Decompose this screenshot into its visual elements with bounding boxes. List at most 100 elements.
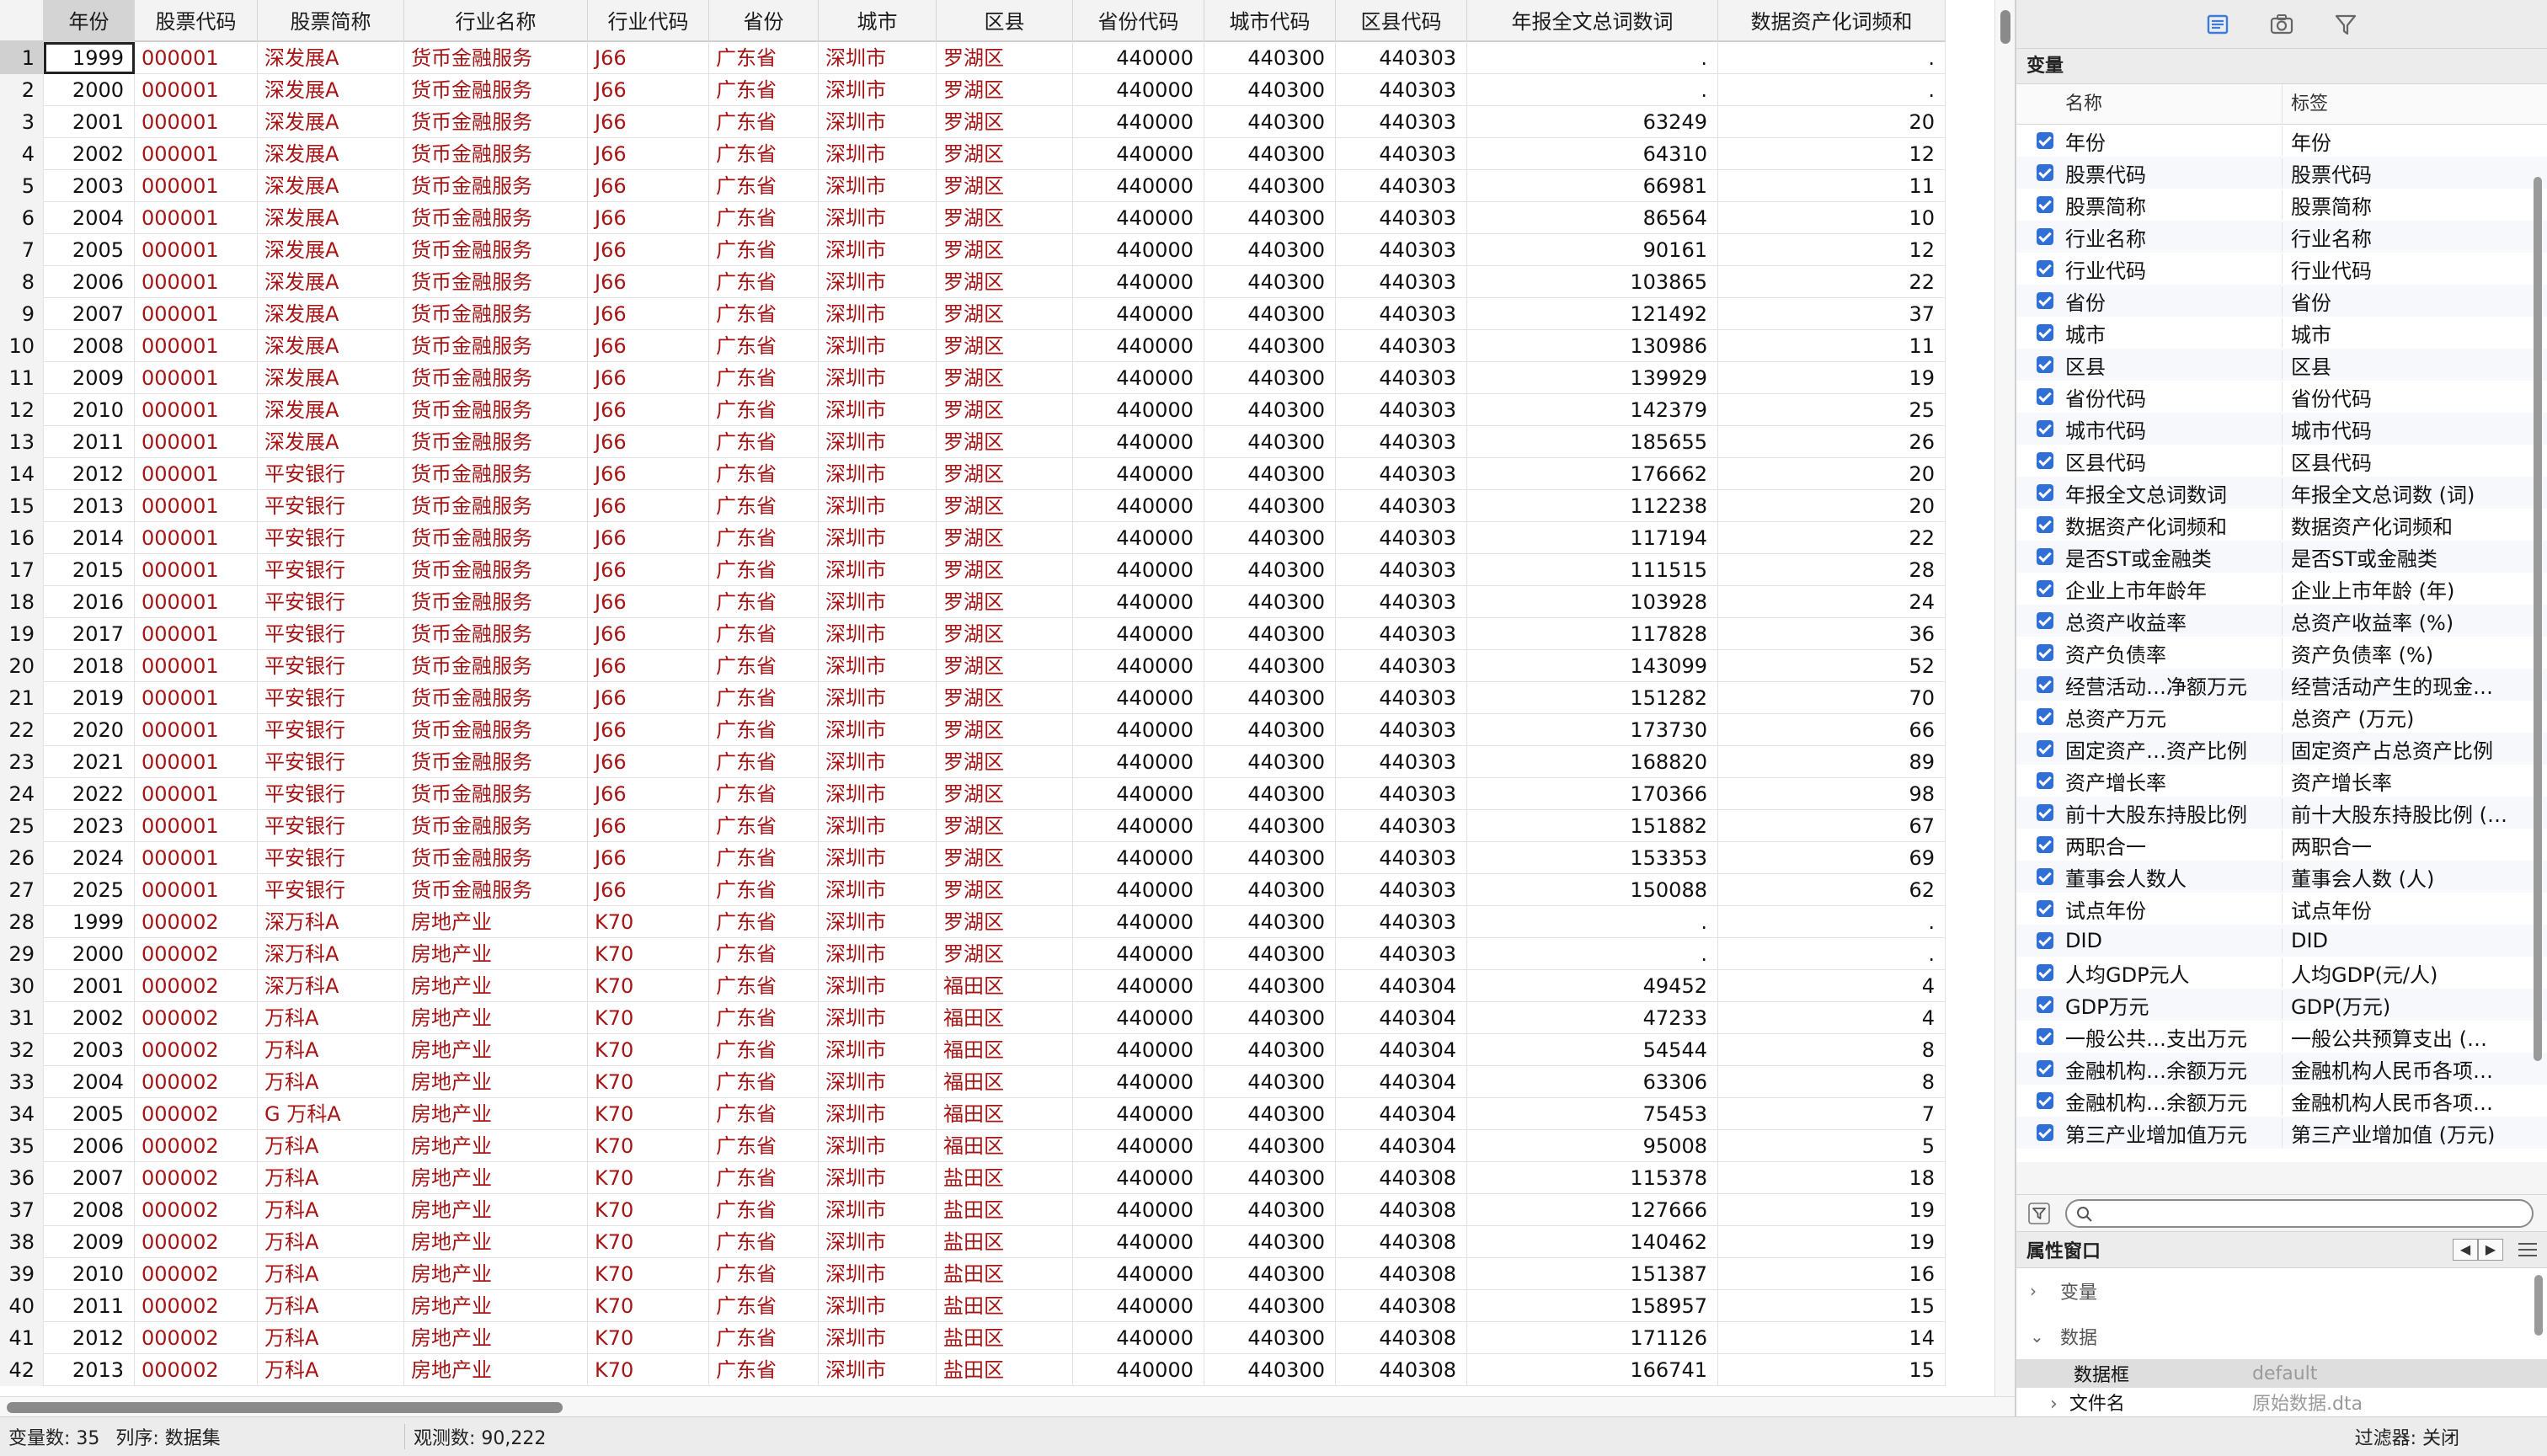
row-number[interactable]: 12	[0, 394, 44, 426]
horizontal-scroll-thumb[interactable]	[7, 1402, 563, 1413]
cell-industry[interactable]: 货币金融服务	[404, 170, 588, 202]
cell-city[interactable]: 深圳市	[819, 202, 937, 234]
cell-pcode[interactable]: 440000	[1073, 74, 1204, 106]
cell-city[interactable]: 深圳市	[819, 362, 937, 394]
cell-short[interactable]: 平安银行	[258, 586, 404, 618]
cell-freq[interactable]: 4	[1718, 1002, 1946, 1034]
cell-year[interactable]: 2012	[44, 458, 135, 490]
variables-list[interactable]: 年份 年份 股票代码 股票代码 股票简称 股票简称 行业名称 行业名称 行业代码 行业代码 省份 省份…	[2016, 125, 2547, 1149]
row-number[interactable]: 17	[0, 554, 44, 586]
cell-icode[interactable]: K70	[588, 1066, 709, 1098]
cell-dcode[interactable]: 440303	[1336, 234, 1467, 266]
cell-freq[interactable]: 8	[1718, 1066, 1946, 1098]
cell-icode[interactable]: J66	[588, 234, 709, 266]
variable-visible-checkbox[interactable]	[2037, 580, 2053, 597]
variable-row[interactable]: GDP万元 GDP(万元)	[2016, 989, 2547, 1021]
cell-prov[interactable]: 广东省	[709, 234, 819, 266]
cell-city[interactable]: 深圳市	[819, 1258, 937, 1290]
cell-industry[interactable]: 货币金融服务	[404, 618, 588, 650]
row-number[interactable]: 1	[0, 42, 44, 74]
cell-year[interactable]: 2019	[44, 682, 135, 714]
row-number[interactable]: 33	[0, 1066, 44, 1098]
cell-city[interactable]: 深圳市	[819, 1290, 937, 1322]
cell-dcode[interactable]: 440303	[1336, 746, 1467, 778]
cell-code[interactable]: 000002	[135, 1066, 258, 1098]
cell-year[interactable]: 2004	[44, 1066, 135, 1098]
cell-ccode[interactable]: 440300	[1204, 42, 1336, 74]
cell-icode[interactable]: J66	[588, 714, 709, 746]
cell-words[interactable]: 170366	[1467, 778, 1718, 810]
row-number[interactable]: 14	[0, 458, 44, 490]
cell-freq[interactable]: .	[1718, 938, 1946, 970]
cell-short[interactable]: 万科A	[258, 1130, 404, 1162]
table-row[interactable]: 38 2009 000002 万科A 房地产业 K70 广东省 深圳市 盐田区 440000 440…	[0, 1226, 1946, 1258]
variable-row[interactable]: 股票简称 股票简称	[2016, 189, 2547, 221]
cell-freq[interactable]: 22	[1718, 522, 1946, 554]
cell-icode[interactable]: K70	[588, 1290, 709, 1322]
vertical-scroll-thumb[interactable]	[2000, 10, 2010, 44]
cell-year[interactable]: 2000	[44, 74, 135, 106]
cell-prov[interactable]: 广东省	[709, 618, 819, 650]
cell-city[interactable]: 深圳市	[819, 1130, 937, 1162]
cell-city[interactable]: 深圳市	[819, 1002, 937, 1034]
cell-county[interactable]: 罗湖区	[937, 74, 1073, 106]
cell-year[interactable]: 2005	[44, 234, 135, 266]
cell-short[interactable]: 万科A	[258, 1066, 404, 1098]
cell-city[interactable]: 深圳市	[819, 74, 937, 106]
row-number[interactable]: 20	[0, 650, 44, 682]
cell-short[interactable]: 深发展A	[258, 234, 404, 266]
prev-arrow-button[interactable]: ◀	[2453, 1239, 2478, 1261]
table-row[interactable]: 6 2004 000001 深发展A 货币金融服务 J66 广东省 深圳市 罗湖区 440000 4…	[0, 202, 1946, 234]
variable-visible-checkbox[interactable]	[2037, 996, 2053, 1013]
cell-freq[interactable]: 15	[1718, 1354, 1946, 1386]
cell-icode[interactable]: K70	[588, 1354, 709, 1386]
cell-prov[interactable]: 广东省	[709, 682, 819, 714]
table-row[interactable]: 28 1999 000002 深万科A 房地产业 K70 广东省 深圳市 罗湖区 440000 44…	[0, 906, 1946, 938]
cell-freq[interactable]: 25	[1718, 394, 1946, 426]
cell-year[interactable]: 2013	[44, 490, 135, 522]
cell-county[interactable]: 罗湖区	[937, 42, 1073, 74]
cell-code[interactable]: 000001	[135, 234, 258, 266]
variable-visible-checkbox[interactable]	[2037, 708, 2053, 725]
cell-icode[interactable]: J66	[588, 586, 709, 618]
cell-county[interactable]: 罗湖区	[937, 938, 1073, 970]
cell-dcode[interactable]: 440304	[1336, 1066, 1467, 1098]
cell-city[interactable]: 深圳市	[819, 266, 937, 298]
cell-pcode[interactable]: 440000	[1073, 906, 1204, 938]
variable-visible-checkbox[interactable]	[2037, 324, 2053, 341]
cell-ccode[interactable]: 440300	[1204, 874, 1336, 906]
cell-ccode[interactable]: 440300	[1204, 1258, 1336, 1290]
cell-code[interactable]: 000002	[135, 1322, 258, 1354]
cell-industry[interactable]: 房地产业	[404, 1066, 588, 1098]
cell-county[interactable]: 罗湖区	[937, 906, 1073, 938]
table-row[interactable]: 7 2005 000001 深发展A 货币金融服务 J66 广东省 深圳市 罗湖区 440000 4…	[0, 234, 1946, 266]
cell-county[interactable]: 罗湖区	[937, 810, 1073, 842]
variable-row[interactable]: 行业代码 行业代码	[2016, 253, 2547, 285]
cell-freq[interactable]: 19	[1718, 1226, 1946, 1258]
cell-icode[interactable]: K70	[588, 1322, 709, 1354]
cell-code[interactable]: 000002	[135, 1258, 258, 1290]
cell-ccode[interactable]: 440300	[1204, 842, 1336, 874]
cell-industry[interactable]: 房地产业	[404, 1258, 588, 1290]
cell-dcode[interactable]: 440304	[1336, 970, 1467, 1002]
cell-year[interactable]: 2006	[44, 1130, 135, 1162]
cell-industry[interactable]: 货币金融服务	[404, 74, 588, 106]
variable-row[interactable]: 金融机构…余额万元 金融机构人民币各项…	[2016, 1053, 2547, 1085]
cell-code[interactable]: 000001	[135, 586, 258, 618]
cell-words[interactable]: 111515	[1467, 554, 1718, 586]
cell-ccode[interactable]: 440300	[1204, 234, 1336, 266]
cell-short[interactable]: 平安银行	[258, 810, 404, 842]
cell-year[interactable]: 2006	[44, 266, 135, 298]
cell-city[interactable]: 深圳市	[819, 1322, 937, 1354]
cell-short[interactable]: 平安银行	[258, 778, 404, 810]
cell-icode[interactable]: J66	[588, 330, 709, 362]
cell-dcode[interactable]: 440303	[1336, 522, 1467, 554]
cell-year[interactable]: 2007	[44, 1162, 135, 1194]
cell-county[interactable]: 罗湖区	[937, 234, 1073, 266]
cell-short[interactable]: 深发展A	[258, 74, 404, 106]
variable-visible-checkbox[interactable]	[2037, 1124, 2053, 1141]
variable-visible-checkbox[interactable]	[2037, 676, 2053, 693]
row-number[interactable]: 36	[0, 1162, 44, 1194]
cell-words[interactable]: 49452	[1467, 970, 1718, 1002]
properties-group-variables[interactable]: › 变量	[2016, 1268, 2547, 1314]
